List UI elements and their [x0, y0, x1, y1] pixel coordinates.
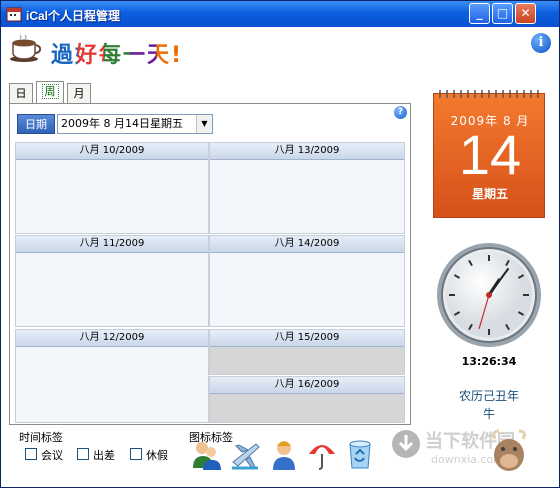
- day-header: 八月 14/2009: [210, 236, 404, 253]
- clock-digital-time: 13:26:34: [461, 355, 517, 368]
- date-label: 日期: [17, 114, 55, 134]
- title-bar[interactable]: iCal个人日程管理 _ □ ✕: [1, 1, 559, 27]
- checkbox-meeting-label: 会议: [41, 449, 63, 462]
- day-header: 八月 15/2009: [210, 330, 404, 347]
- day-cell-aug10[interactable]: 八月 10/2009: [15, 142, 209, 234]
- calendar-rings-icon: [439, 90, 539, 98]
- calendar-app-icon: [6, 7, 22, 22]
- close-button[interactable]: ✕: [515, 3, 536, 24]
- checkbox-vacation[interactable]: [130, 448, 142, 460]
- analog-clock: [437, 243, 541, 347]
- chevron-down-icon[interactable]: ▼: [196, 115, 212, 133]
- desk-calendar: 2009年 8 月 14 星期五: [433, 90, 545, 218]
- calendar-weekday: 星期五: [471, 187, 508, 201]
- day-header: 八月 16/2009: [210, 377, 404, 394]
- day-header: 八月 13/2009: [210, 143, 404, 160]
- maximize-button[interactable]: □: [492, 3, 513, 24]
- week-panel: ? 日期 2009年 8 月14日星期五 ▼ 八月 10/2009 八月 13/…: [9, 103, 411, 425]
- recycle-bin-icon[interactable]: [345, 438, 375, 470]
- day-cell-aug16[interactable]: 八月 16/2009: [209, 376, 405, 423]
- calendar-day: 14: [458, 123, 522, 186]
- app-window: iCal个人日程管理 _ □ ✕ 過好每一天! i 日 周 月 ? 日期 200…: [0, 0, 560, 488]
- coffee-cup-icon: [10, 35, 42, 62]
- download-arrow-icon: [392, 430, 420, 458]
- day-cell-aug15[interactable]: 八月 15/2009: [209, 329, 405, 375]
- tab-week[interactable]: 周: [36, 81, 64, 103]
- help-icon[interactable]: ?: [394, 106, 407, 119]
- lunar-year: 农历己丑年: [458, 389, 519, 403]
- checkbox-vacation-label: 休假: [146, 449, 168, 462]
- watermark: 当下软件园 downxia.com: [389, 425, 559, 485]
- checkbox-business-trip[interactable]: [77, 448, 89, 460]
- date-dropdown[interactable]: 2009年 8 月14日星期五 ▼: [57, 114, 213, 134]
- minimize-button[interactable]: _: [469, 3, 490, 24]
- time-tags-title: 时间标签: [19, 431, 63, 444]
- day-cell-aug13[interactable]: 八月 13/2009: [209, 142, 405, 234]
- ox-mascot-icon: [492, 429, 526, 471]
- day-cell-aug12[interactable]: 八月 12/2009: [15, 329, 209, 423]
- day-header: 八月 11/2009: [16, 236, 208, 253]
- tab-day[interactable]: 日: [9, 83, 33, 103]
- header: 過好每一天! i: [7, 31, 557, 71]
- person-icon[interactable]: [269, 438, 299, 470]
- users-icon[interactable]: [191, 438, 221, 470]
- slogan: 過好每一天!: [51, 37, 183, 69]
- umbrella-icon[interactable]: [307, 438, 337, 470]
- day-header: 八月 10/2009: [16, 143, 208, 160]
- airplane-icon[interactable]: [230, 438, 260, 470]
- day-cell-aug11[interactable]: 八月 11/2009: [15, 235, 209, 327]
- day-cell-aug14[interactable]: 八月 14/2009: [209, 235, 405, 327]
- checkbox-business-trip-label: 出差: [93, 449, 115, 462]
- day-header: 八月 12/2009: [16, 330, 208, 347]
- tab-month[interactable]: 月: [67, 83, 91, 103]
- lunar-zodiac: 牛: [482, 407, 495, 421]
- info-icon[interactable]: i: [531, 33, 551, 53]
- date-value: 2009年 8 月14日星期五: [61, 117, 183, 130]
- window-title: iCal个人日程管理: [26, 9, 121, 23]
- checkbox-meeting[interactable]: [25, 448, 37, 460]
